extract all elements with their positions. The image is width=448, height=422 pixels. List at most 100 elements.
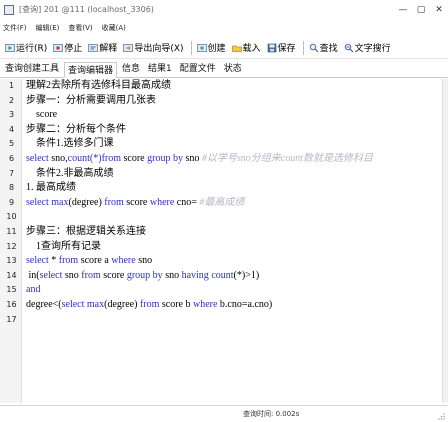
sql-text: score xyxy=(126,196,150,208)
query-editor[interactable]: 1 2 3 4 5 6 7 8 9 10 11 12 13 14 15 16 17 理解2去除所有选修科目最高成… xyxy=(0,79,448,403)
code-line[interactable]: 条件1.选修多门课 xyxy=(26,137,448,152)
sql-comment: #以学号sno分组来count数就是选修科目 xyxy=(199,152,373,164)
find-button[interactable]: 查找 xyxy=(307,39,340,57)
tab-profile[interactable]: 配置文件 xyxy=(177,61,219,77)
sql-keyword: where xyxy=(149,196,177,208)
line-number: 15 xyxy=(6,285,17,295)
vertical-scrollbar[interactable] xyxy=(442,79,448,403)
explain-button[interactable]: 解释 xyxy=(86,39,119,57)
create-label: 创建 xyxy=(207,44,226,54)
menu-view[interactable]: 查看(V) xyxy=(68,23,92,33)
menu-favorites[interactable]: 收藏(A) xyxy=(102,23,126,33)
title-bar: [查询] 201 @111 (localhost_3306) — ▢ ✕ xyxy=(0,0,448,19)
sql-keyword: group by xyxy=(126,269,166,281)
sql-text: score a xyxy=(80,255,112,267)
menu-file[interactable]: 文件(F) xyxy=(3,23,27,33)
sql-keyword: select xyxy=(61,298,87,310)
stop-icon xyxy=(53,43,64,53)
code-line[interactable]: 理解2去除所有选修科目最高成绩 xyxy=(26,79,448,94)
app-icon xyxy=(4,4,14,15)
tab-query-builder[interactable]: 查询创建工具 xyxy=(2,61,62,77)
line-number: 4 xyxy=(8,124,15,134)
code-line[interactable]: 1查询所有记录 xyxy=(26,240,448,255)
explain-icon xyxy=(88,43,99,53)
window-title: [查询] 201 @111 (localhost_3306) xyxy=(19,5,154,14)
sql-text: sno xyxy=(64,269,82,281)
code-line[interactable]: and xyxy=(26,283,448,298)
query-time-status: 查询时间: 0.002s xyxy=(243,410,300,418)
code-line[interactable]: select max(degree) from score where cno=… xyxy=(26,196,448,211)
sql-text: score xyxy=(26,109,58,121)
export-wizard-label: 导出向导(X) xyxy=(134,44,184,54)
maximize-button[interactable]: ▢ xyxy=(412,0,430,19)
sql-text: 步骤一：分析需要调用几张表 xyxy=(26,94,156,106)
sql-keyword: select xyxy=(39,269,65,281)
editor-tabs: 查询创建工具 查询编辑器 信息 结果1 配置文件 状态 xyxy=(0,60,448,78)
export-wizard-button[interactable]: 导出向导(X) xyxy=(121,39,185,57)
line-number-gutter: 1 2 3 4 5 6 7 8 9 10 11 12 13 14 15 16 17 xyxy=(0,79,22,403)
load-label: 载入 xyxy=(242,44,261,54)
sql-keyword: select xyxy=(26,152,52,164)
minimize-button[interactable]: — xyxy=(394,0,412,19)
code-line[interactable]: 步骤一：分析需要调用几张表 xyxy=(26,94,448,109)
sql-text: 条件1.选修多门课 xyxy=(26,138,114,150)
line-number: 7 xyxy=(8,168,15,178)
sql-keyword: where xyxy=(192,298,220,310)
resize-grip-icon[interactable] xyxy=(437,412,445,420)
code-line[interactable]: select sno,count(*)from score group by s… xyxy=(26,152,448,167)
load-button[interactable]: 载入 xyxy=(230,39,263,57)
sql-text: 条件2.非最高成绩 xyxy=(26,167,114,179)
sql-text: b.cno=a.cno) xyxy=(219,298,273,310)
text-replace-button[interactable]: 文字搜行 xyxy=(342,39,393,57)
menu-edit[interactable]: 编辑(E) xyxy=(36,23,60,33)
sql-text: sno xyxy=(165,269,182,281)
close-button[interactable]: ✕ xyxy=(430,0,448,19)
explain-label: 解释 xyxy=(99,44,118,54)
sql-text: (degree) xyxy=(68,196,105,208)
line-number: 12 xyxy=(6,241,17,251)
window-controls: — ▢ ✕ xyxy=(394,0,448,19)
sql-text: degree<( xyxy=(26,298,62,310)
sql-text: 1. 最高成绩 xyxy=(26,182,76,194)
save-icon xyxy=(267,43,277,53)
tab-result-1[interactable]: 结果1 xyxy=(145,61,175,77)
code-line[interactable] xyxy=(26,313,448,328)
sql-keyword: where xyxy=(111,255,139,267)
sql-keyword: from xyxy=(104,196,127,208)
line-number: 10 xyxy=(6,212,17,222)
sql-text: 1查询所有记录 xyxy=(26,240,101,252)
toolbar: 运行(R) 停止 解释 导出向导(X) 创建 载入 保存 查找 文字搜行 xyxy=(0,37,448,59)
line-number: 14 xyxy=(6,270,17,280)
sql-text: 步骤二：分析每个条件 xyxy=(26,123,126,135)
sql-keyword: group by xyxy=(147,152,186,164)
code-line[interactable]: 步骤二：分析每个条件 xyxy=(26,123,448,138)
sql-code-area[interactable]: 理解2去除所有选修科目最高成绩 步骤一：分析需要调用几张表 score 步骤二：分析… xyxy=(22,79,448,403)
code-line[interactable]: 条件2.非最高成绩 xyxy=(26,167,448,182)
code-line[interactable]: in(select sno from score group by sno ha… xyxy=(26,269,448,284)
code-line[interactable]: select * from score a where sno xyxy=(26,254,448,269)
line-number: 11 xyxy=(6,226,17,236)
code-line[interactable]: 步骤三：根据逻辑关系连接 xyxy=(26,225,448,240)
stop-label: 停止 xyxy=(64,44,83,54)
code-line[interactable] xyxy=(26,210,448,225)
sql-text: in( xyxy=(26,269,40,281)
text-replace-label: 文字搜行 xyxy=(354,44,391,54)
run-button[interactable]: 运行(R) xyxy=(3,39,49,57)
create-button[interactable]: 创建 xyxy=(195,39,228,57)
status-bar: 查询时间: 0.002s xyxy=(0,405,448,422)
find-icon xyxy=(309,43,319,53)
tab-info[interactable]: 信息 xyxy=(119,61,143,77)
sql-keyword: max xyxy=(51,196,69,208)
stop-button[interactable]: 停止 xyxy=(51,39,84,57)
tab-query-editor[interactable]: 查询编辑器 xyxy=(64,62,118,78)
tab-status[interactable]: 状态 xyxy=(221,61,245,77)
code-line[interactable]: score xyxy=(26,108,448,123)
run-label: 运行(R) xyxy=(16,44,48,54)
code-line[interactable]: degree<(select max(degree) from score b … xyxy=(26,298,448,313)
line-number: 9 xyxy=(8,197,15,207)
sql-keyword: select xyxy=(26,255,52,267)
sql-text: * xyxy=(51,255,59,267)
code-line[interactable]: 1. 最高成绩 xyxy=(26,181,448,196)
save-button[interactable]: 保存 xyxy=(265,39,298,57)
line-number: 13 xyxy=(6,256,17,266)
